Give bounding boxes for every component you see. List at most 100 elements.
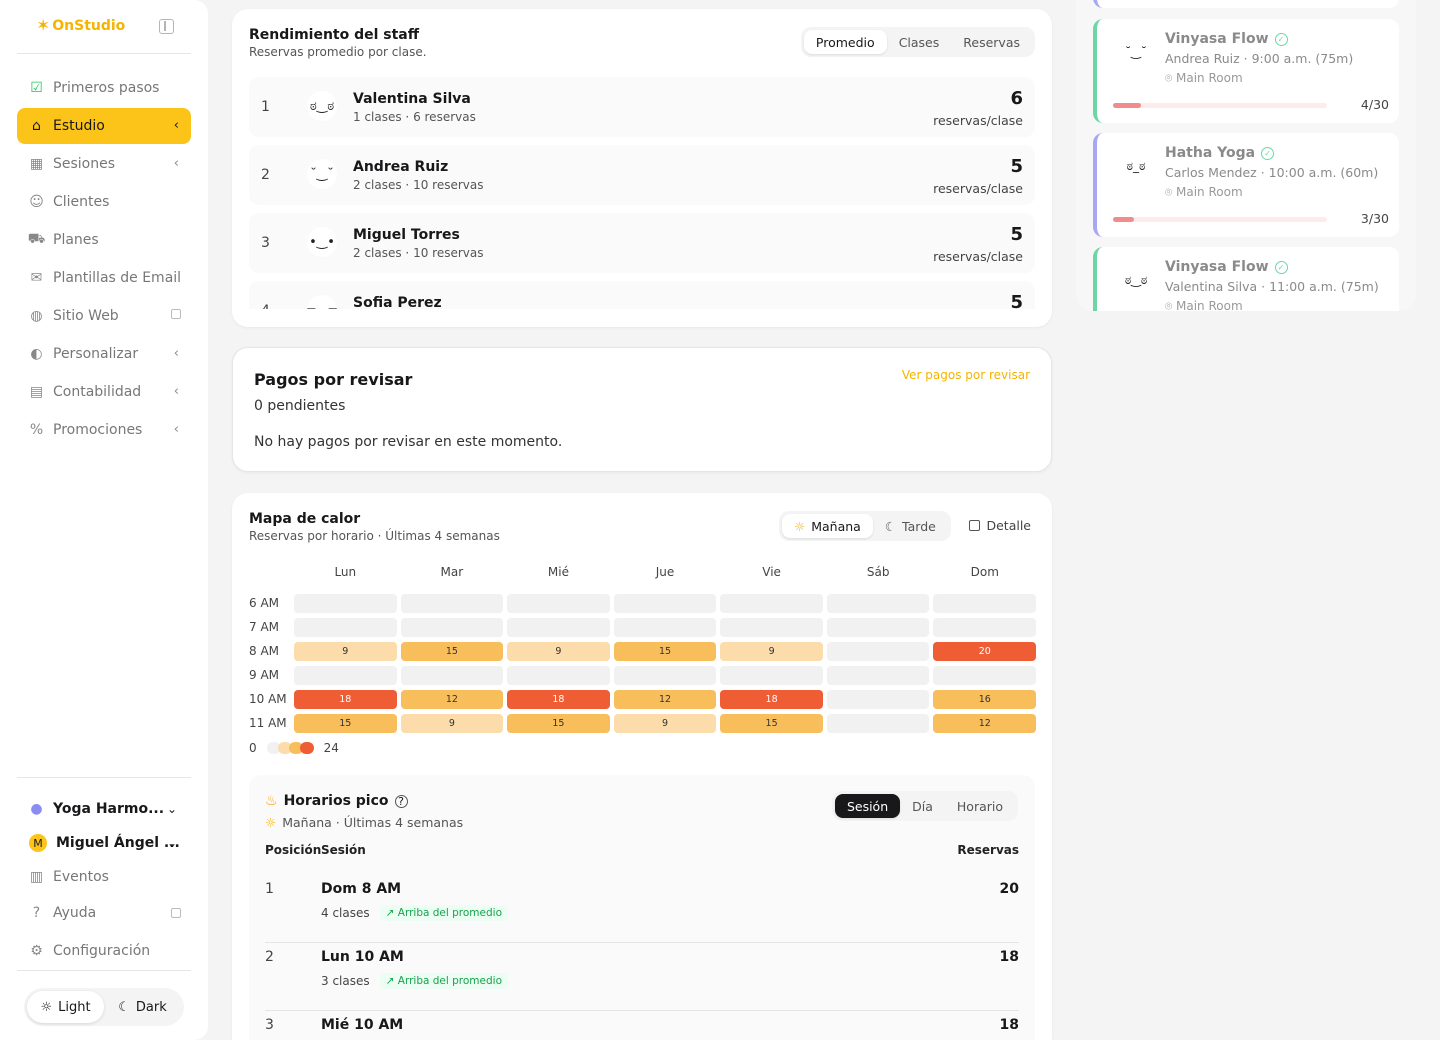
tab-clases[interactable]: Clases: [887, 30, 952, 54]
heatmap-cell[interactable]: [507, 593, 610, 613]
heatmap-cell[interactable]: 9: [400, 713, 504, 733]
staff-unit: reservas/clase: [933, 113, 1023, 128]
heatmap-cell[interactable]: 18: [507, 689, 610, 709]
heatmap-cell[interactable]: [294, 665, 397, 685]
heatmap-cell[interactable]: 12: [933, 713, 1037, 733]
app-logo[interactable]: ✶ OnStudio: [36, 16, 125, 36]
nav-item-planes[interactable]: ⛟ Planes: [17, 222, 191, 258]
heatmap-cell[interactable]: [933, 665, 1037, 685]
heatmap-cell[interactable]: [826, 641, 930, 661]
heatmap-cell[interactable]: 15: [507, 713, 610, 733]
heatmap-cell[interactable]: [507, 617, 610, 637]
day-header: Dom: [970, 565, 999, 579]
payments-card: Pagos por revisar Ver pagos por revisar …: [232, 347, 1052, 472]
staff-row[interactable]: 2 ˘‿˘ Andrea Ruiz 2 clases · 10 reservas 5 re…: [249, 145, 1035, 205]
staff-value: 5: [1010, 156, 1023, 177]
heatmap-cell[interactable]: 12: [613, 689, 717, 709]
nav-item-estudio[interactable]: ⌂ Estudio ‹: [17, 108, 191, 144]
light-mode-button[interactable]: ☼ Light: [27, 991, 104, 1023]
nav-label: Ayuda: [53, 905, 97, 921]
heatmap-cell[interactable]: [294, 617, 397, 637]
heatmap-cell[interactable]: [613, 617, 717, 637]
nav-item-ayuda[interactable]: ? Ayuda: [17, 896, 191, 930]
tab-reservas[interactable]: Reservas: [951, 30, 1032, 54]
heatmap-cell[interactable]: 16: [933, 689, 1037, 709]
day-header: Mar: [440, 565, 464, 579]
class-name: Vinyasa Flow: [1165, 259, 1269, 275]
class-card[interactable]: ಠ‿ಠ Vinyasa Flow ✓ Valentina Silva · 11:0…: [1093, 247, 1399, 311]
dark-mode-button[interactable]: ☾ Dark: [104, 991, 181, 1023]
heatmap-cell[interactable]: 15: [294, 713, 397, 733]
staff-row[interactable]: 3 •‿• Miguel Torres 2 clases · 10 reservas 5…: [249, 213, 1035, 273]
heatmap-cell[interactable]: [720, 593, 823, 613]
heatmap-cell[interactable]: 18: [294, 689, 397, 709]
nav-item-configuracion[interactable]: ⚙ Configuración: [17, 934, 191, 968]
studio-switcher[interactable]: ● Yoga Harmo... ⌄: [17, 792, 191, 826]
nav-item-personalizar[interactable]: ◐ Personalizar ‹: [17, 336, 191, 372]
heatmap-cell[interactable]: 20: [933, 641, 1037, 661]
heatmap-cell[interactable]: 9: [507, 641, 610, 661]
nav-item-primeros-pasos[interactable]: ☑ Primeros pasos: [17, 70, 191, 106]
detail-button[interactable]: Detalle: [969, 518, 1031, 533]
heatmap-cell[interactable]: [400, 665, 504, 685]
heatmap-cell[interactable]: [294, 593, 397, 613]
staff-row[interactable]: 1 ಠ‿ಠ Valentina Silva 1 clases · 6 reservas…: [249, 77, 1035, 137]
nav-item-clientes[interactable]: ☺ Clientes: [17, 184, 191, 220]
view-payments-link[interactable]: Ver pagos por revisar: [902, 368, 1030, 382]
heatmap-row: 10 AM 18 12 18 12 18 16: [249, 687, 1037, 711]
nav-item-promociones[interactable]: % Promociones ‹: [17, 412, 191, 448]
heatmap-cell[interactable]: [613, 665, 717, 685]
heatmap-cell[interactable]: 15: [720, 713, 823, 733]
user-menu[interactable]: M Miguel Ángel ... ⌄: [17, 826, 191, 860]
heatmap-cell[interactable]: 9: [613, 713, 717, 733]
heatmap-cell[interactable]: [613, 593, 717, 613]
heatmap-cell[interactable]: [507, 665, 610, 685]
nav-item-eventos[interactable]: ▥ Eventos: [17, 860, 191, 894]
heatmap-cell[interactable]: [933, 593, 1037, 613]
class-meta: Valentina Silva · 11:00 a.m. (75m): [1165, 279, 1379, 294]
tab-tarde[interactable]: ☾ Tarde: [873, 514, 948, 538]
heatmap-cell[interactable]: 12: [400, 689, 504, 709]
heatmap-cell[interactable]: [400, 593, 504, 613]
heatmap-cell[interactable]: [826, 665, 930, 685]
table-row[interactable]: 2 Lun 10 AM 3 clases ↗ Arriba del promedio 1…: [265, 943, 1019, 1011]
tab-horario[interactable]: Horario: [945, 794, 1015, 818]
heatmap-cell[interactable]: [826, 713, 930, 733]
check-circle-icon: ✓: [1274, 32, 1288, 46]
sidebar-collapse-icon[interactable]: [159, 19, 174, 34]
heatmap-cell[interactable]: [826, 593, 930, 613]
table-row[interactable]: 3 Mié 10 AM 18: [265, 1011, 1019, 1040]
table-row[interactable]: 1 Dom 8 AM 4 clases ↗ Arriba del promedio 20: [265, 875, 1019, 943]
tab-manana[interactable]: ☼ Mañana: [782, 514, 873, 538]
heatmap-cell[interactable]: 15: [613, 641, 717, 661]
nav-item-contabilidad[interactable]: ▤ Contabilidad ‹: [17, 374, 191, 410]
staff-row[interactable]: 4 ¬‿¬ Sofia Perez 5: [249, 281, 1035, 309]
nav-label: Contabilidad: [53, 384, 142, 400]
heatmap-row: 7 AM: [249, 615, 1037, 639]
class-count: 4 clases: [321, 906, 370, 920]
heatmap-cell[interactable]: [826, 689, 930, 709]
heatmap-cell[interactable]: [400, 617, 504, 637]
nav-item-sesiones[interactable]: ▦ Sesiones ‹: [17, 146, 191, 182]
nav-item-sitio-web[interactable]: ◍ Sitio Web: [17, 298, 191, 334]
heatmap-cell[interactable]: 9: [720, 641, 823, 661]
heatmap-cell[interactable]: 15: [400, 641, 504, 661]
session-name: Dom 8 AM: [321, 881, 402, 897]
file-icon: ▤: [29, 384, 44, 400]
tab-sesion[interactable]: Sesión: [834, 794, 901, 818]
tab-dia[interactable]: Día: [900, 794, 945, 818]
nav-item-plantillas-email[interactable]: ✉ Plantillas de Email: [17, 260, 191, 296]
heatmap-cell[interactable]: [933, 617, 1037, 637]
heatmap-cell[interactable]: 18: [720, 689, 823, 709]
nav-label: Planes: [53, 232, 99, 248]
heatmap-cell[interactable]: 9: [294, 641, 397, 661]
heatmap-cell[interactable]: [826, 617, 930, 637]
heatmap-cell[interactable]: [720, 617, 823, 637]
chevron-left-icon: ‹: [173, 422, 179, 437]
class-card[interactable]: [1093, 0, 1399, 8]
tab-promedio[interactable]: Promedio: [803, 30, 887, 54]
heatmap-cell[interactable]: [720, 665, 823, 685]
class-card[interactable]: ಠ_ಠ Hatha Yoga ✓ Carlos Mendez · 10:00 a.…: [1093, 133, 1399, 237]
hour-label: 7 AM: [249, 620, 280, 634]
class-card[interactable]: ˘‿˘ Vinyasa Flow ✓ Andrea Ruiz · 9:00 a.m…: [1093, 19, 1399, 123]
